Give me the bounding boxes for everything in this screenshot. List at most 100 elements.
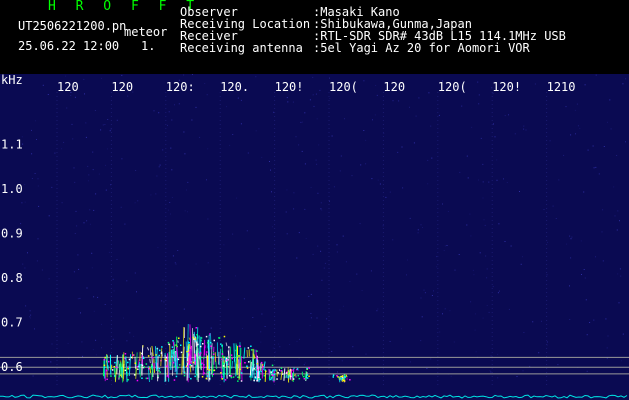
echo-dot <box>118 375 121 378</box>
noise-dot <box>336 244 338 246</box>
noise-dot <box>133 335 135 337</box>
echo-dot <box>343 378 345 380</box>
echo-dot <box>178 364 181 366</box>
echo-dot <box>231 357 233 360</box>
noise-dot <box>619 220 620 222</box>
echo-dot <box>141 377 143 379</box>
noise-dot <box>392 100 394 102</box>
noise-dot <box>229 144 231 146</box>
noise-dot <box>71 123 73 125</box>
noise-dot <box>34 328 35 330</box>
noise-dot <box>466 224 468 226</box>
noise-dot <box>589 322 591 323</box>
noise-dot <box>309 99 311 101</box>
echo-dot <box>148 367 150 370</box>
noise-dot <box>21 202 23 204</box>
echo-dot <box>332 374 335 376</box>
noise-dot <box>126 340 128 342</box>
noise-dot <box>329 98 331 99</box>
noise-dot <box>34 173 36 174</box>
noise-dot <box>389 191 391 193</box>
echo-dot <box>177 366 179 369</box>
noise-dot <box>326 318 328 320</box>
noise-dot <box>101 347 102 349</box>
noise-dot <box>162 279 164 281</box>
noise-dot <box>121 74 123 76</box>
noise-dot <box>184 153 186 155</box>
x-tick-label: 120! <box>492 80 521 94</box>
noise-dot <box>484 224 486 226</box>
noise-dot <box>478 94 480 96</box>
noise-dot <box>570 134 572 136</box>
noise-dot <box>61 148 63 150</box>
index-label: 1. <box>141 39 156 53</box>
noise-dot <box>48 278 50 280</box>
echo-dot <box>224 379 227 381</box>
echo-dot <box>255 377 257 380</box>
noise-dot <box>552 205 554 207</box>
noise-dot <box>370 270 372 272</box>
noise-dot <box>374 114 376 116</box>
echo-dot <box>159 371 161 373</box>
echo-dot <box>341 375 343 378</box>
noise-dot <box>418 97 420 99</box>
echo-dot <box>239 345 241 348</box>
echo-dot <box>203 366 206 369</box>
noise-dot <box>150 194 152 196</box>
echo-dot <box>113 375 116 377</box>
noise-dot <box>570 257 572 259</box>
noise-dot <box>136 291 137 293</box>
noise-dot <box>305 237 307 239</box>
noise-dot <box>614 215 616 217</box>
noise-dot <box>87 165 89 167</box>
echo-dot <box>108 360 110 363</box>
noise-dot <box>622 83 624 85</box>
noise-dot <box>92 349 94 351</box>
noise-dot <box>184 210 186 212</box>
echo-dot <box>262 365 264 368</box>
echo-dot <box>258 376 260 379</box>
noise-dot <box>337 371 338 373</box>
echo-dot <box>265 370 267 372</box>
echo-dot <box>285 372 288 374</box>
noise-dot <box>289 344 291 345</box>
noise-dot <box>235 275 236 277</box>
echo-dot <box>308 367 310 369</box>
noise-dot <box>504 241 506 242</box>
x-tick-label: 120. <box>220 80 249 94</box>
noise-dot <box>84 93 85 95</box>
noise-dot <box>112 338 114 340</box>
noise-dot <box>340 155 342 157</box>
echo-dot <box>195 327 197 329</box>
noise-dot <box>321 209 323 211</box>
noise-dot <box>81 341 83 343</box>
noise-dot <box>226 106 227 108</box>
noise-dot <box>565 106 567 108</box>
echo-dot <box>133 374 136 376</box>
noise-dot <box>83 78 85 80</box>
echo-dot <box>171 355 173 358</box>
echo-dot <box>141 364 144 366</box>
noise-dot <box>450 375 452 377</box>
echo-dot <box>115 366 118 369</box>
echo-dot <box>171 346 174 348</box>
noise-dot <box>85 136 87 138</box>
noise-dot <box>516 376 518 377</box>
echo-dot <box>260 370 262 373</box>
echo-dot <box>192 336 195 339</box>
echo-dot <box>230 354 233 356</box>
echo-dot <box>281 373 284 375</box>
noise-dot <box>486 268 488 270</box>
echo-strand <box>258 366 261 370</box>
noise-dot <box>310 317 312 319</box>
noise-dot <box>490 371 492 373</box>
noise-dot <box>496 159 498 161</box>
noise-dot <box>322 351 324 353</box>
noise-dot <box>523 128 525 130</box>
noise-dot <box>168 111 170 113</box>
noise-dot <box>107 119 109 120</box>
noise-dot <box>313 105 315 107</box>
x-tick-label: 120( <box>329 80 358 94</box>
noise-dot <box>310 313 312 314</box>
noise-dot <box>170 147 172 149</box>
